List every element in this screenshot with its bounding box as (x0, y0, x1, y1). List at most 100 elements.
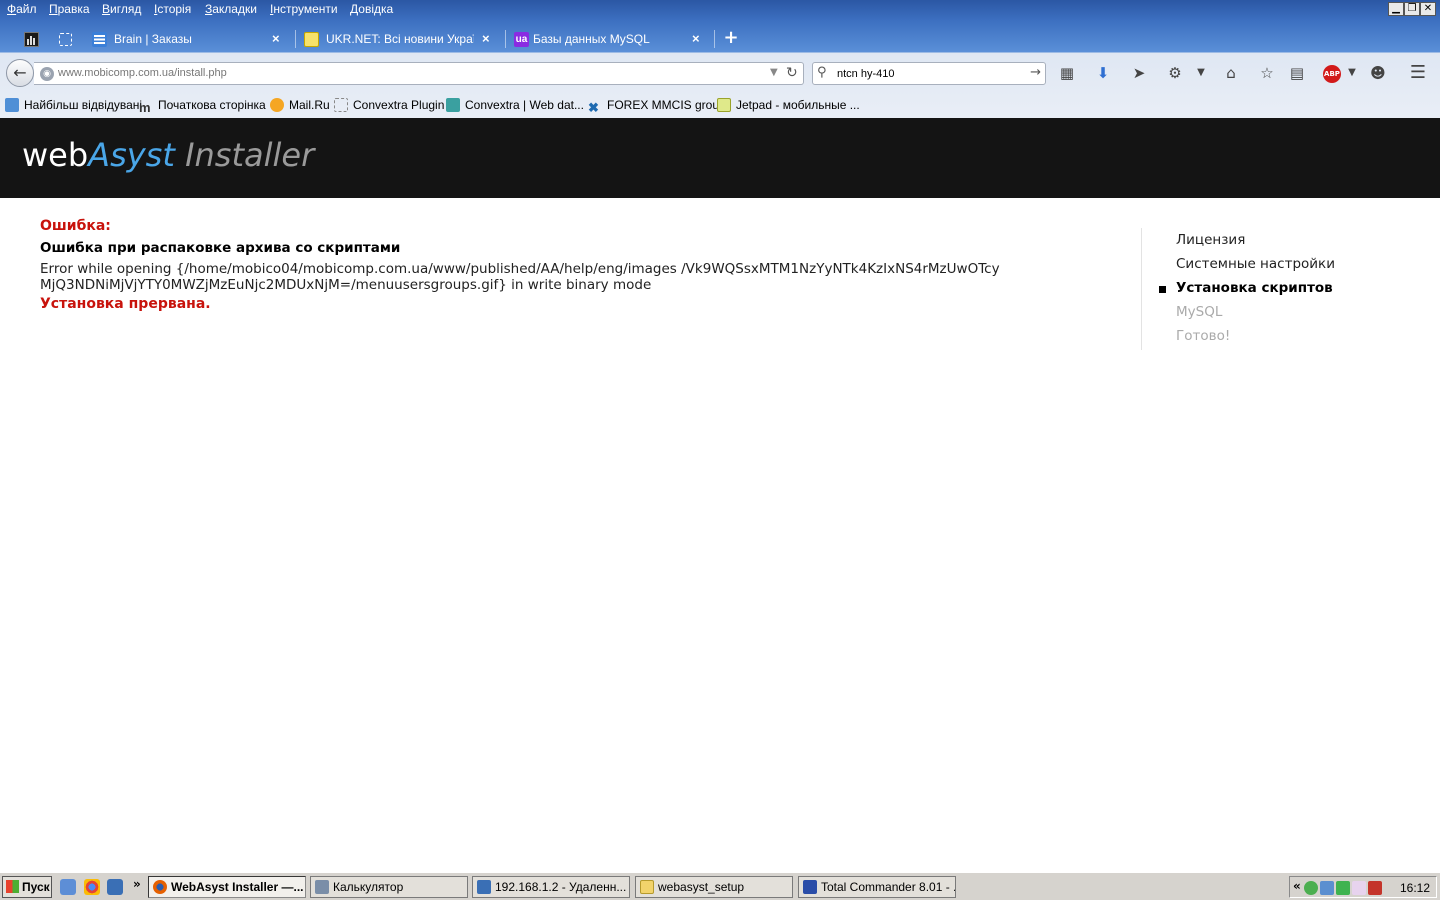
ua-hosting-icon: ua (514, 32, 529, 47)
task-label: webasyst_setup (658, 880, 745, 894)
tab-ukrnet[interactable]: UKR.NET: Всі новини Украї... × (296, 25, 502, 53)
minimize-button[interactable]: ▁ (1388, 2, 1404, 16)
download-icon[interactable]: ⬇ (1091, 62, 1115, 84)
back-button[interactable]: ← (6, 59, 34, 87)
task-label: Калькулятор (333, 880, 404, 894)
task-label: 192.168.1.2 - Удаленн... (495, 880, 627, 894)
reload-icon[interactable]: ↻ (786, 65, 798, 81)
error-title: Ошибка при распаковке архива со скриптам… (40, 240, 401, 256)
task-label: Total Commander 8.01 - ... (821, 880, 956, 894)
tab-title: Базы данных MySQL (533, 32, 650, 46)
bookmark-start-page[interactable]: m Початкова сторінка (139, 98, 266, 115)
task-webasyst-setup-folder[interactable]: webasyst_setup (635, 876, 793, 898)
quicklaunch-more-icon[interactable]: » (133, 877, 141, 891)
search-input[interactable]: ntcn hy-410 (837, 68, 894, 80)
page-header: webAsyst Installer (0, 118, 1440, 198)
new-tab-button[interactable]: + (722, 28, 740, 48)
reading-list-icon[interactable]: ▤ (1285, 62, 1309, 84)
menu-edit[interactable]: Правка (49, 2, 90, 16)
hamburger-menu-icon[interactable]: ☰ (1406, 62, 1430, 84)
tab-strip: Brain | Заказы × UKR.NET: Всі новини Укр… (0, 24, 1440, 54)
tray-alert-icon[interactable] (1368, 881, 1382, 895)
remote-desktop-quicklaunch-icon[interactable] (107, 879, 123, 895)
send-icon[interactable]: ➤ (1127, 62, 1151, 84)
task-label: WebAsyst Installer —... (171, 880, 304, 894)
menu-tools[interactable]: Інструменти (270, 2, 338, 16)
remote-desktop-icon (477, 880, 491, 894)
tab-close-icon[interactable]: × (272, 31, 280, 46)
task-total-commander[interactable]: Total Commander 8.01 - ... (798, 876, 956, 898)
tray-expand-icon[interactable]: « (1293, 879, 1301, 893)
folder-icon (640, 880, 654, 894)
adblock-dropdown-icon[interactable]: ▼ (1340, 62, 1364, 84)
task-webasyst-installer[interactable]: WebAsyst Installer —... (148, 876, 306, 898)
tray-app-icon[interactable] (1352, 881, 1366, 895)
start-button[interactable]: Пуск (2, 876, 52, 898)
task-remote-desktop[interactable]: 192.168.1.2 - Удаленн... (472, 876, 630, 898)
logo-installer: Installer (174, 136, 315, 174)
bookmark-label: Convextra Plugin (353, 98, 445, 112)
search-bar[interactable]: ⚲ ntcn hy-410 → (812, 62, 1046, 85)
tab-close-icon[interactable]: × (692, 31, 700, 46)
search-icon: ⚲ (817, 65, 827, 80)
blank-page-icon (334, 98, 348, 112)
restore-button[interactable]: ❐ (1404, 2, 1420, 16)
browser-chrome: Файл Правка Вигляд Історія Закладки Інст… (0, 0, 1440, 118)
tray-security-icon[interactable] (1336, 881, 1350, 895)
home-icon[interactable]: ⌂ (1219, 62, 1243, 84)
show-desktop-icon[interactable] (60, 879, 76, 895)
windows-logo-icon (6, 880, 19, 893)
meta-m-icon: m (139, 100, 151, 115)
menu-bookmarks[interactable]: Закладки (205, 2, 257, 16)
url-host: www.mobicomp.com.ua (58, 67, 175, 79)
history-dropdown-icon[interactable]: ▼ (770, 67, 778, 78)
chrome-icon[interactable] (84, 879, 100, 895)
tab-close-icon[interactable]: × (482, 31, 490, 46)
forex-icon: ✖ (588, 100, 599, 115)
dotted-square-icon (59, 33, 72, 46)
total-commander-icon (803, 880, 817, 894)
menu-help[interactable]: Довідка (350, 2, 393, 16)
smiley-icon[interactable]: ☻ (1366, 62, 1390, 84)
bookmark-mailru[interactable]: Mail.Ru (270, 98, 330, 112)
clock: 16:12 (1399, 881, 1430, 895)
extension-icon[interactable]: ⚙ (1163, 62, 1187, 84)
bookmark-convextra-web[interactable]: Convextra | Web dat... (446, 98, 584, 112)
menu-history[interactable]: Історія (154, 2, 191, 16)
menu-file[interactable]: Файл (7, 2, 37, 16)
bookmark-label: Початкова сторінка (158, 98, 266, 112)
installation-steps: Лицензия Системные настройки Установка с… (1141, 228, 1401, 350)
globe-icon: ◉ (40, 67, 54, 81)
translate-icon[interactable]: ▦ (1055, 62, 1079, 84)
url-bar[interactable]: ◉ www.mobicomp.com.ua/install.php ▼ ↻ (34, 62, 804, 85)
pinned-tab-2[interactable] (52, 28, 80, 52)
tab-title: UKR.NET: Всі новини Украї... (326, 32, 474, 46)
back-arrow-icon: ← (13, 63, 27, 82)
logo-asyst: Asyst (88, 136, 175, 174)
close-window-button[interactable]: ✕ (1420, 2, 1436, 16)
task-calculator[interactable]: Калькулятор (310, 876, 468, 898)
search-go-icon[interactable]: → (1030, 65, 1041, 80)
bookmark-label: Jetpad - мобильные ... (736, 98, 860, 112)
bookmark-star-icon[interactable]: ☆ (1255, 62, 1279, 84)
bookmark-label: Convextra | Web dat... (465, 98, 584, 112)
tab-brain[interactable]: Brain | Заказы × (84, 25, 292, 53)
url-text: www.mobicomp.com.ua/install.php (58, 67, 227, 79)
tray-monitor-icon[interactable] (1320, 881, 1334, 895)
bookmark-convextra-plugin[interactable]: Convextra Plugin (334, 98, 444, 112)
tray-network-icon[interactable] (1304, 881, 1318, 895)
start-label: Пуск (22, 880, 50, 894)
bookmark-forex[interactable]: ✖ FOREX MMCIS group (588, 98, 726, 115)
mailru-icon (270, 98, 284, 112)
menu-view[interactable]: Вигляд (102, 2, 141, 16)
pinned-tab-1[interactable] (18, 28, 46, 52)
jetpad-icon (717, 98, 731, 112)
ukrnet-icon (304, 32, 319, 47)
extension-dropdown-icon[interactable]: ▼ (1189, 62, 1213, 84)
windows-taskbar: Пуск » WebAsyst Installer —... Калькулят… (0, 872, 1440, 900)
tab-mysql[interactable]: ua Базы данных MySQL × (506, 25, 712, 53)
system-tray: « 16:12 (1289, 876, 1437, 898)
bookmark-most-visited[interactable]: Найбільш відвідувані (5, 98, 142, 112)
error-message-area: Ошибка: Ошибка при распаковке архива со … (40, 218, 1100, 312)
bookmark-jetpad[interactable]: Jetpad - мобильные ... (717, 98, 860, 112)
